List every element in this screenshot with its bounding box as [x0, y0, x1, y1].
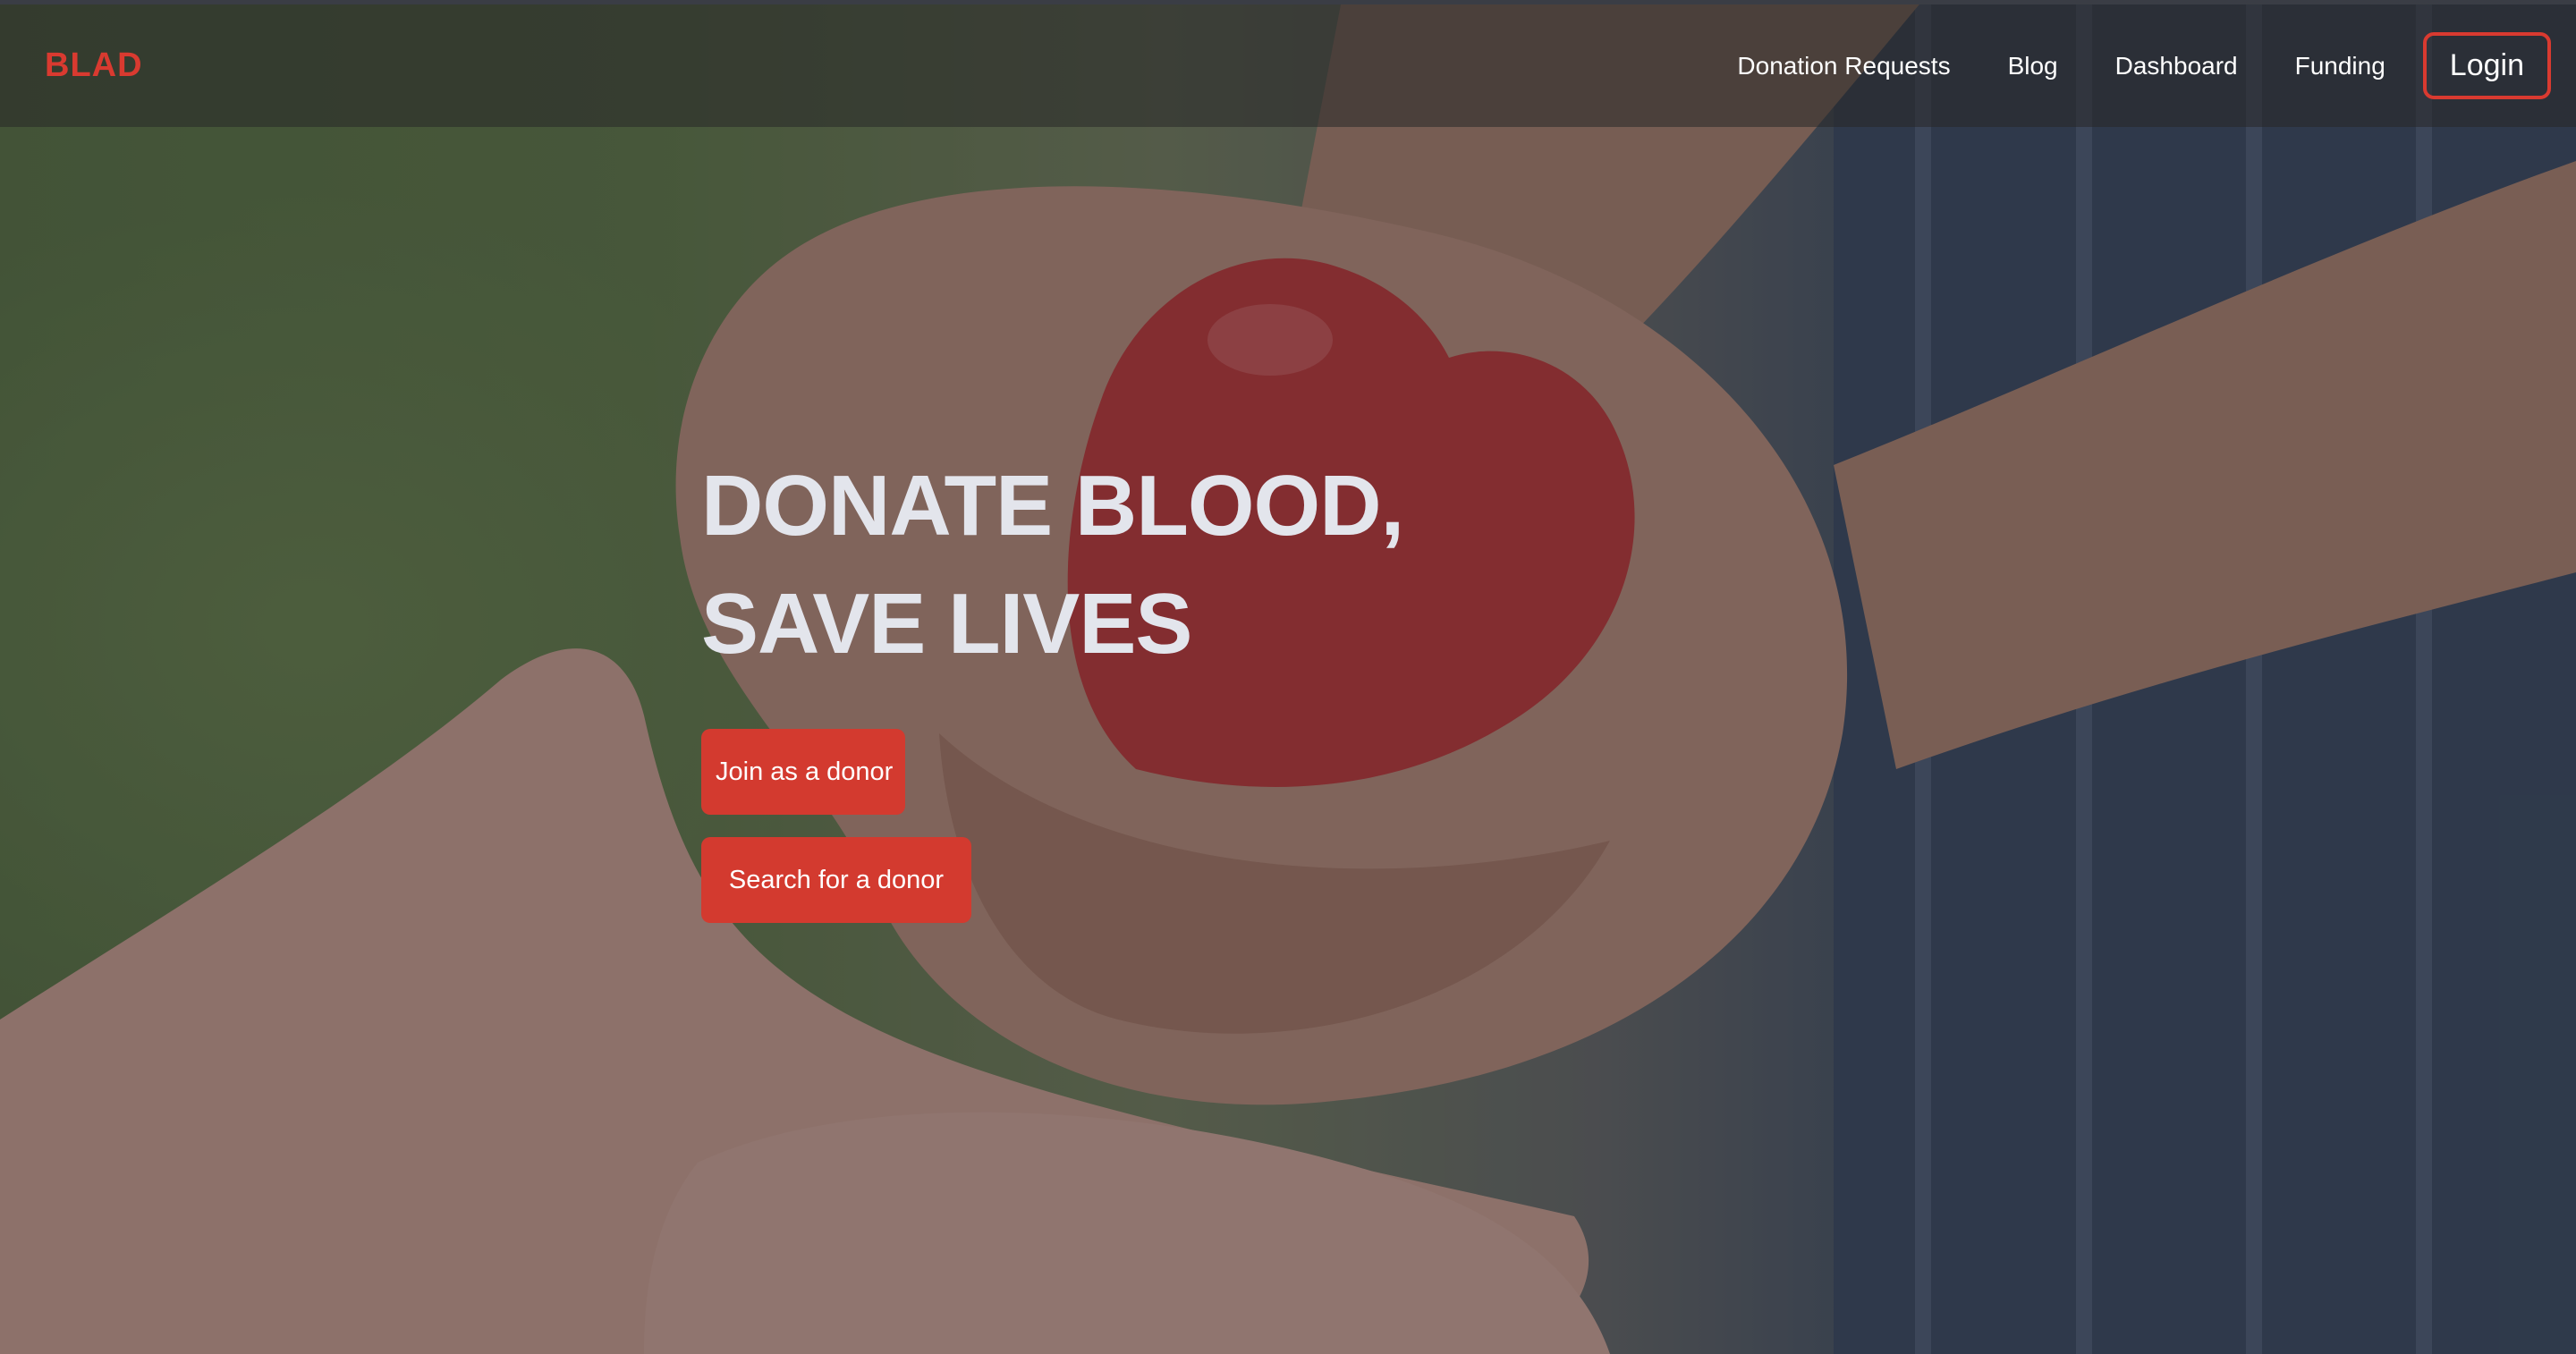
- brand-logo[interactable]: BLAD: [45, 47, 143, 85]
- hero-content: DONATE BLOOD, SAVE LIVES Join as a donor…: [701, 447, 1404, 923]
- join-as-donor-button[interactable]: Join as a donor: [701, 729, 905, 815]
- nav-link-blog[interactable]: Blog: [2008, 52, 2058, 80]
- nav-link-donation-requests[interactable]: Donation Requests: [1737, 52, 1950, 80]
- hero-title: DONATE BLOOD, SAVE LIVES: [701, 447, 1404, 683]
- nav-link-funding[interactable]: Funding: [2295, 52, 2385, 80]
- search-donor-button[interactable]: Search for a donor: [701, 837, 971, 923]
- navbar: BLAD Donation Requests Blog Dashboard Fu…: [0, 4, 2576, 127]
- hero-title-line-1: DONATE BLOOD,: [701, 458, 1404, 554]
- login-button[interactable]: Login: [2422, 32, 2551, 99]
- nav-links: Donation Requests Blog Dashboard Funding…: [1680, 32, 2551, 99]
- hero-title-line-2: SAVE LIVES: [701, 576, 1192, 672]
- nav-link-dashboard[interactable]: Dashboard: [2115, 52, 2238, 80]
